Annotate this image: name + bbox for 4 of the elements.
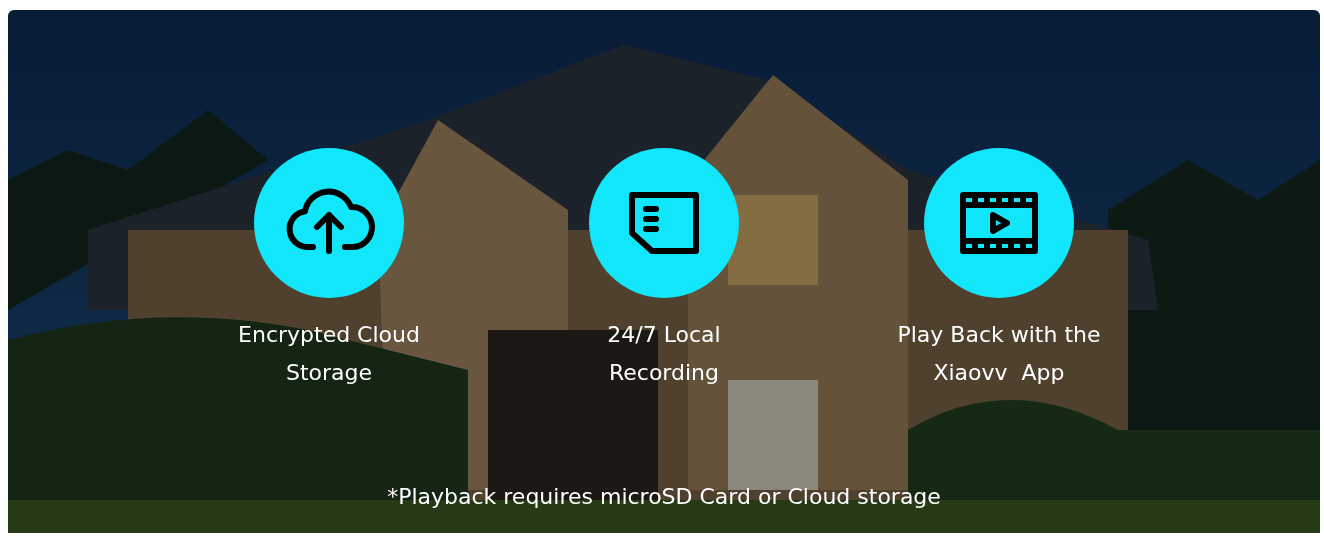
footnote: *Playback requires microSD Card or Cloud storage — [387, 484, 941, 509]
feature-label: Encrypted Cloud Storage — [237, 321, 421, 387]
feature-label: Play Back with the Xiaovv App — [896, 321, 1102, 387]
feature-label: 24/7 Local Recording — [606, 321, 722, 387]
